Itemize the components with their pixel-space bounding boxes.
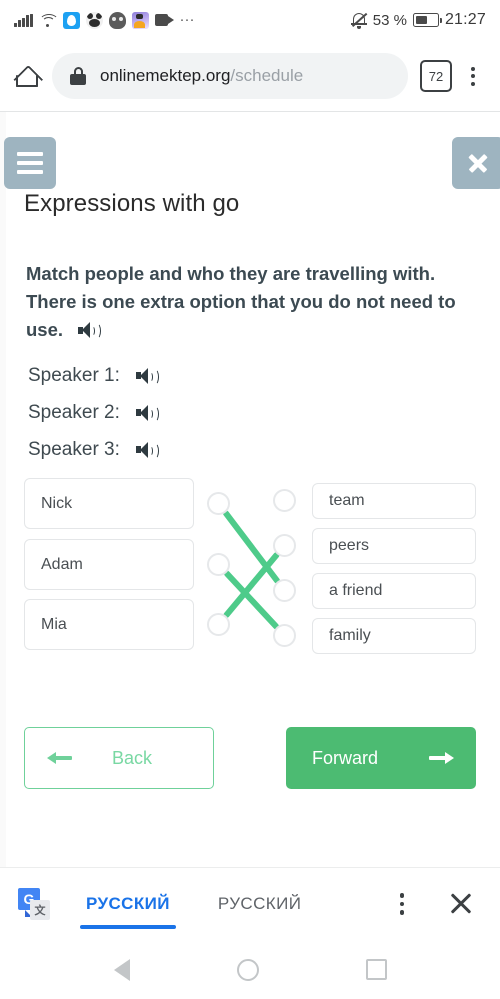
translate-bar: G文 РУССКИЙ РУССКИЙ — [0, 867, 500, 940]
notifications-muted-icon — [350, 12, 367, 29]
battery-percent-label: 53 % — [372, 11, 407, 29]
url-text: onlinemektep.org/schedule — [100, 66, 303, 86]
wifi-icon — [38, 13, 59, 27]
translate-source-language-tab[interactable]: РУССКИЙ — [80, 868, 176, 941]
browser-toolbar: onlinemektep.org/schedule 72 — [0, 40, 500, 112]
speaker-label-1: Speaker 1: — [28, 364, 120, 386]
video-camera-icon — [154, 14, 174, 26]
status-bar: ··· 53 % 21:27 — [0, 0, 500, 40]
tab-counter-button[interactable]: 72 — [420, 60, 452, 92]
lesson-menu-button[interactable] — [4, 137, 56, 189]
phone-screen: ··· 53 % 21:27 onlinemektep.org/schedule… — [0, 0, 500, 999]
right-option-0[interactable]: team — [312, 483, 476, 519]
translate-close-button[interactable] — [446, 889, 476, 919]
right-option-1[interactable]: peers — [312, 528, 476, 564]
speaker-row-1: Speaker 1: — [28, 357, 159, 394]
translate-target-language-tab[interactable]: РУССКИЙ — [212, 868, 307, 941]
left-node-0[interactable] — [207, 492, 230, 515]
browser-menu-button[interactable] — [460, 66, 486, 86]
page-title: Expressions with go — [24, 190, 240, 217]
translate-menu-button[interactable] — [390, 893, 414, 915]
status-bar-right-icons: 53 % 21:27 — [350, 11, 486, 29]
left-node-2[interactable] — [207, 613, 230, 636]
nav-home-button[interactable] — [236, 958, 259, 981]
right-node-3[interactable] — [273, 624, 296, 647]
battery-icon — [412, 13, 442, 27]
home-icon[interactable] — [13, 64, 43, 94]
panda-app-icon — [85, 11, 103, 29]
speaker-label-2: Speaker 2: — [28, 401, 120, 423]
right-node-2[interactable] — [273, 579, 296, 602]
clock-label: 21:27 — [444, 11, 486, 28]
nav-back-button[interactable] — [113, 958, 130, 981]
google-translate-icon: G文 — [18, 888, 50, 920]
speaker-label-3: Speaker 3: — [28, 438, 120, 460]
right-option-3[interactable]: family — [312, 618, 476, 654]
speaker-1-audio-icon[interactable] — [136, 367, 159, 385]
skull-app-icon — [108, 11, 126, 29]
left-option-0[interactable]: Nick — [24, 478, 194, 529]
right-node-0[interactable] — [273, 489, 296, 512]
left-node-1[interactable] — [207, 553, 230, 576]
lock-icon — [70, 67, 86, 85]
url-domain: onlinemektep.org — [100, 66, 231, 85]
close-icon — [466, 151, 490, 175]
speaker-row-2: Speaker 2: — [28, 394, 159, 431]
signal-icon — [14, 13, 33, 27]
left-option-1[interactable]: Adam — [24, 539, 194, 590]
lesson-page: Expressions with go Match people and who… — [0, 112, 500, 867]
speaker-icon[interactable] — [78, 322, 101, 339]
task-prompt: Match people and who they are travelling… — [26, 260, 456, 344]
right-node-1[interactable] — [273, 534, 296, 557]
arrow-right-icon — [428, 750, 454, 766]
android-navigation-bar — [0, 940, 500, 999]
forward-button-label: Forward — [312, 747, 379, 768]
speaker-2-audio-icon[interactable] — [136, 404, 159, 422]
url-path: /schedule — [230, 66, 304, 85]
lesson-navigation: Back Forward — [0, 727, 500, 797]
photo-app-icon — [131, 11, 149, 29]
overflow-dots-icon: ··· — [179, 11, 195, 28]
left-option-2[interactable]: Mia — [24, 599, 194, 650]
speaker-list: Speaker 1: Speaker 2: Speaker 3: — [28, 357, 159, 468]
address-bar[interactable]: onlinemektep.org/schedule — [52, 53, 408, 99]
matching-exercise: Nick Adam Mia team peers a friend family — [0, 478, 500, 663]
nav-recents-button[interactable] — [365, 959, 387, 980]
right-option-2[interactable]: a friend — [312, 573, 476, 609]
hamburger-icon — [17, 152, 43, 174]
forward-button[interactable]: Forward — [286, 727, 476, 789]
status-bar-left-icons: ··· — [14, 11, 195, 29]
lesson-close-button[interactable] — [452, 137, 500, 189]
back-button-label: Back — [111, 747, 153, 768]
speaker-row-3: Speaker 3: — [28, 431, 159, 468]
arrow-left-icon — [47, 750, 73, 766]
speaker-3-audio-icon[interactable] — [136, 441, 159, 459]
twitter-icon — [62, 11, 80, 29]
back-button[interactable]: Back — [24, 727, 214, 789]
